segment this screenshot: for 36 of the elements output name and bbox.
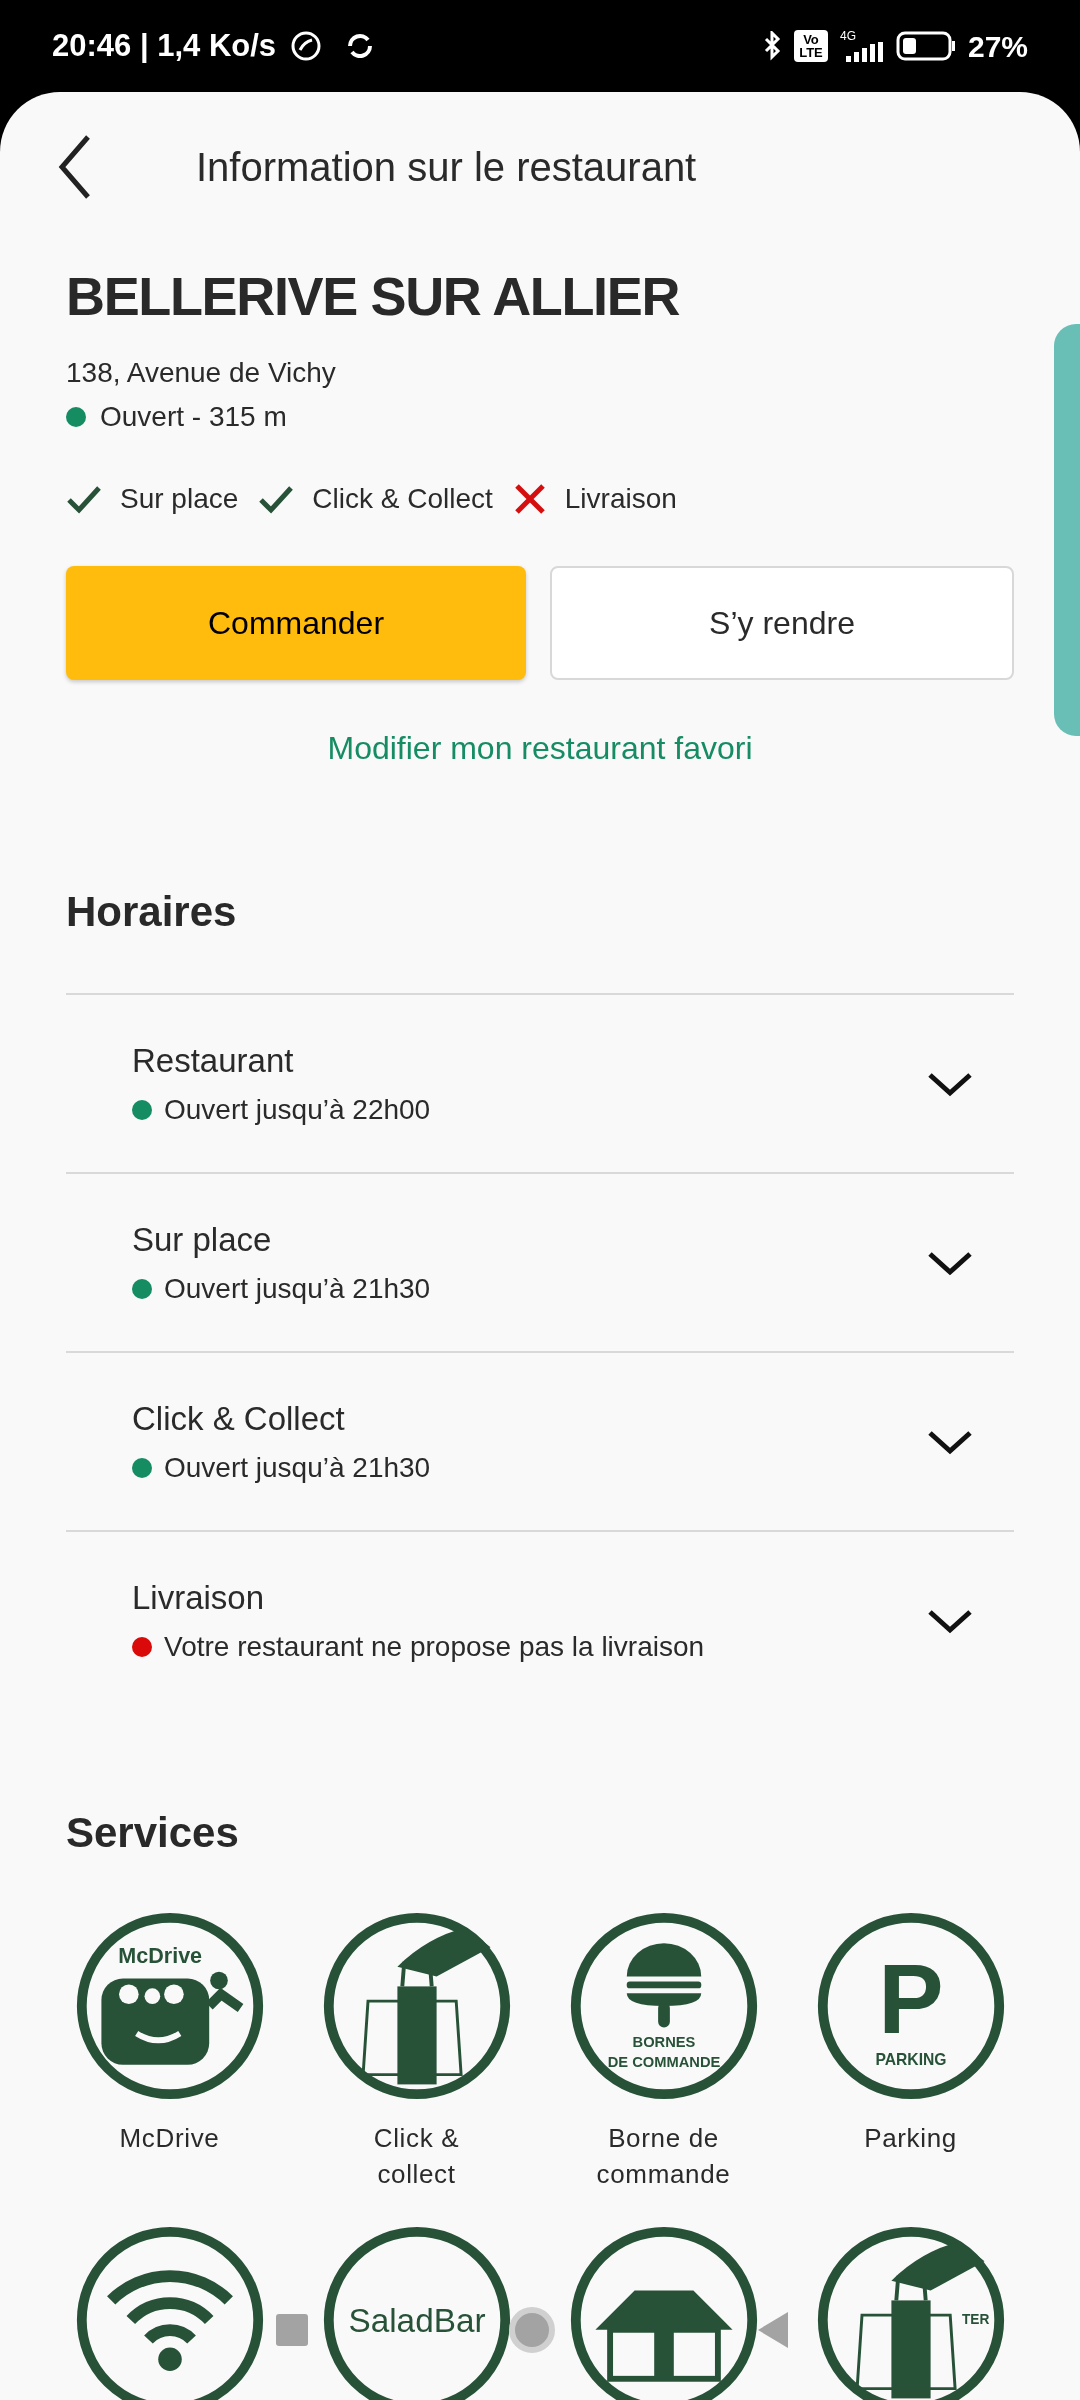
hours-status: Ouvert jusqu’à 21h30 [164,1272,431,1307]
network-type: 4G [839,30,856,42]
service-label: Click & collect [372,2122,461,2191]
order-button[interactable]: Commander [66,566,526,680]
favorite-link[interactable]: Modifier mon restaurant favori [327,724,753,772]
hours-title: Livraison [132,1577,266,1618]
feature-label: Click & Collect [312,482,493,516]
service-label: McDrive [118,2122,221,2155]
service-label: Parking [863,2122,958,2155]
battery-icon [895,31,956,61]
section-heading: Services [66,1808,240,1858]
hours-status: Ouvert jusqu’à 21h30 [164,1451,431,1486]
restaurant-name: BELLERIVE SUR ALLIER [66,266,681,326]
home-button[interactable] [508,2306,556,2354]
hours-row[interactable]: Restaurant Ouvert jusqu’à 22h00 [66,993,1014,1172]
hours-row[interactable]: Click & Collect Ouvert jusqu’à 21h30 [66,1351,1014,1530]
back-nav-button[interactable] [756,2312,790,2348]
restaurant-address: 138, Avenue de Vichy [66,356,337,390]
restaurant-status: Ouvert - 315 m [100,400,287,434]
battery-level: 27% [967,28,1028,65]
page-title: Information sur le restaurant [196,144,697,191]
hours-title: Click & Collect [132,1398,346,1439]
hours-row[interactable]: Livraison Votre restaurant ne propose pas la livraison [66,1530,1014,1709]
side-tab[interactable] [1054,324,1080,736]
hours-title: Sur place [132,1219,273,1260]
directions-button[interactable]: S’y rendre [550,566,1014,680]
feature-label: Sur place [120,482,239,516]
volte-badge: Vo LTE [793,30,828,62]
hours-status: Ouvert jusqu’à 22h00 [164,1093,431,1128]
section-heading: Horaires [66,887,238,937]
status-time: 20:46 | 1,4 Ko/s [52,26,277,65]
hours-status: Votre restaurant ne propose pas la livraison [164,1630,705,1665]
service-label: Borne de commande [595,2122,732,2191]
hours-row[interactable]: Sur place Ouvert jusqu’à 21h30 [66,1172,1014,1351]
hours-title: Restaurant [132,1040,295,1081]
feature-label: Livraison [564,482,677,516]
